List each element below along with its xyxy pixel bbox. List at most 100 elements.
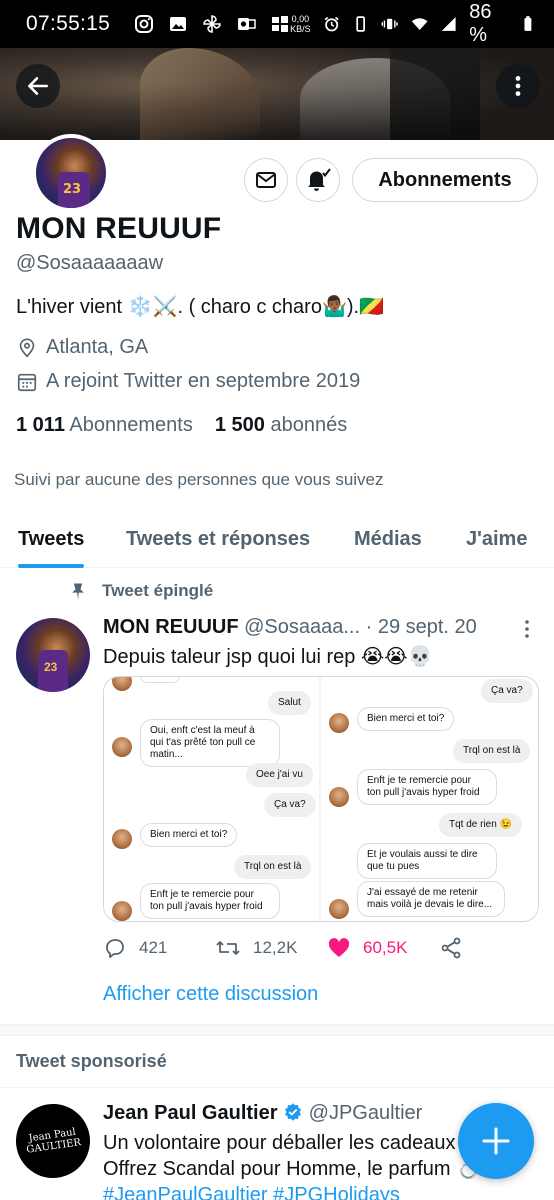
chat-bubble: Trql on est là: [234, 855, 312, 879]
net-speed: 0,00 KB/S: [290, 14, 311, 34]
avatar-jersey-number: 23: [63, 182, 82, 197]
following-count: 1 011: [16, 414, 65, 436]
chat-bubble: Trql on est là: [453, 739, 531, 763]
chat-avatar: [329, 787, 349, 807]
tweet-more-button[interactable]: [518, 618, 536, 645]
pinned-label-text: Tweet épinglé: [102, 581, 214, 600]
pin-icon: [72, 583, 84, 600]
tweet-author-avatar[interactable]: 23: [16, 618, 90, 692]
chat-avatar: [112, 829, 132, 849]
profile-join-date: A rejoint Twitter en septembre 2019: [16, 370, 360, 393]
pinned-tweet-label: Tweet épinglé: [68, 581, 213, 601]
tweet-actions: 421 12,2K 60,5K: [103, 936, 523, 964]
chat-bubble: Salut: [268, 691, 311, 715]
tab-media[interactable]: Médias: [354, 510, 422, 568]
windows-icon: [272, 16, 289, 32]
instagram-icon: [135, 15, 154, 33]
message-button[interactable]: [244, 158, 288, 202]
more-options-button[interactable]: [496, 64, 540, 108]
chat-avatar: [112, 677, 132, 691]
arrow-left-icon: [28, 77, 48, 95]
share-icon: [441, 937, 461, 959]
following-count-link[interactable]: 1 011 Abonnements: [16, 414, 193, 437]
profile-avatar[interactable]: 23: [32, 134, 110, 212]
divider: [0, 1087, 554, 1088]
section-divider: [0, 1024, 554, 1036]
profile-banner[interactable]: [0, 48, 554, 140]
back-button[interactable]: [16, 64, 60, 108]
chat-bubble: Ça va?: [264, 793, 316, 817]
chat-avatar: [329, 899, 349, 919]
tweet-author-name[interactable]: MON REUUUF: [103, 616, 239, 638]
chat-avatar: [329, 713, 349, 733]
sponsor-avatar[interactable]: Jean Paul GAULTIER: [11, 1099, 95, 1183]
tweet-author-handle[interactable]: @Sosaaaa...: [244, 616, 360, 638]
chat-bubble: Enft je te remercie pour ton pull j'avai…: [140, 883, 280, 919]
bell-check-icon: [308, 168, 331, 191]
plus-icon: [482, 1127, 510, 1155]
sponsor-header: Jean Paul Gaultier @JPGaultier: [103, 1102, 422, 1125]
chat-bubble-cut: [140, 677, 180, 683]
status-time: 07:55:15: [26, 12, 111, 35]
tweet-media[interactable]: Salut Oui, enft c'est la meuf à qui t'as…: [103, 676, 539, 922]
location-text: Atlanta, GA: [46, 336, 149, 358]
chat-avatar: [112, 737, 132, 757]
retweet-icon: [216, 941, 240, 955]
followers-count-link[interactable]: 1 500 abonnés: [215, 414, 347, 437]
like-button[interactable]: 60,5K: [327, 936, 407, 960]
sponsor-hashtags[interactable]: #JeanPaulGaultier #JPGHolidays: [103, 1184, 400, 1200]
pinwheel-icon: [203, 15, 221, 33]
followers-count: 1 500: [214, 414, 265, 436]
reply-button[interactable]: 421: [103, 936, 167, 960]
calendar-icon: [17, 373, 37, 391]
chat-bubble: Bien merci et toi?: [140, 823, 238, 847]
chat-bubble: J'ai essayé de me retenir mais voilà je …: [357, 881, 505, 917]
share-button[interactable]: [439, 936, 463, 960]
reply-icon: [106, 939, 124, 958]
show-thread-link[interactable]: Afficher cette discussion: [103, 983, 318, 1006]
profile-handle: @Sosaaaaaaaw: [16, 252, 164, 274]
battery-icon: [524, 16, 532, 31]
media-image-right[interactable]: Ça va? Bien merci et toi? Trql on est là…: [321, 677, 538, 921]
notifications-button[interactable]: [296, 158, 340, 202]
banner-figure-left: [140, 48, 260, 140]
followed-by-text: Suivi par aucune des personnes que vous …: [14, 470, 384, 489]
tab-likes[interactable]: J'aime: [466, 510, 527, 568]
more-vertical-icon: [515, 76, 521, 96]
chat-bubble: Ça va?: [481, 679, 533, 703]
avatar-jersey-number: 23: [44, 660, 58, 674]
more-vertical-icon: [525, 620, 529, 638]
alarm-icon: [324, 16, 339, 32]
net-speed-value: 0,00: [291, 14, 310, 24]
tab-tweets[interactable]: Tweets: [18, 510, 85, 568]
followers-label: abonnés: [270, 414, 348, 436]
chat-avatar: [112, 901, 132, 921]
sponsored-label: Tweet sponsorisé: [16, 1051, 167, 1071]
mail-icon: [256, 172, 276, 188]
sponsor-name[interactable]: Jean Paul Gaultier: [103, 1102, 278, 1124]
status-bar: 07:55:15 0,00 KB/S 86 %: [0, 0, 554, 48]
media-image-left[interactable]: Salut Oui, enft c'est la meuf à qui t'as…: [104, 677, 321, 921]
retweet-button[interactable]: 12,2K: [215, 936, 297, 960]
join-date-text: A rejoint Twitter en septembre 2019: [46, 370, 361, 392]
chat-bubble: Enft je te remercie pour ton pull j'avai…: [357, 769, 497, 805]
profile-display-name: MON REUUUF: [16, 212, 222, 245]
verified-badge-icon: [285, 1103, 302, 1121]
compose-tweet-button[interactable]: [458, 1103, 534, 1179]
tweet-date[interactable]: · 29 sept. 20: [366, 616, 477, 638]
outlook-icon: [238, 18, 256, 30]
banner-shadow: [390, 48, 480, 140]
following-button[interactable]: Abonnements: [352, 158, 538, 202]
follow-counts: 1 011 Abonnements 1 500 abonnés: [16, 414, 347, 437]
tab-tweets-and-replies[interactable]: Tweets et réponses: [126, 510, 310, 568]
vibrate-icon: [356, 16, 365, 32]
wifi-icon: [411, 18, 428, 31]
chat-bubble: Bien merci et toi?: [357, 707, 455, 731]
sponsor-handle[interactable]: @JPGaultier: [309, 1102, 423, 1124]
chat-bubble: Oee j'ai vu: [246, 763, 313, 787]
net-speed-unit: KB/S: [290, 24, 311, 34]
signal-icon: [441, 17, 456, 31]
following-label: Abonnements: [69, 414, 193, 436]
tweet-header: MON REUUUF @Sosaaaa... · 29 sept. 20: [103, 616, 523, 639]
profile-bio: L'hiver vient ❄️⚔️. ( charo c charo🤷🏾‍♂️…: [16, 296, 384, 318]
